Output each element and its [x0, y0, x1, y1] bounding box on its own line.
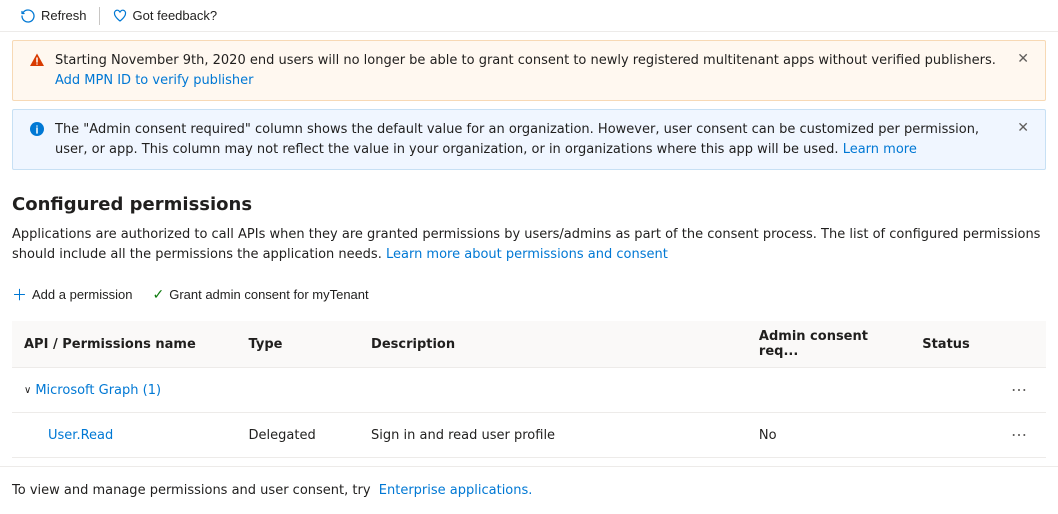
refresh-button[interactable]: Refresh	[12, 4, 95, 28]
info-banner-link[interactable]: Learn more	[843, 142, 917, 157]
add-permission-button[interactable]: ＋ Add a permission	[12, 280, 132, 309]
grant-consent-label: Grant admin consent for myTenant	[169, 287, 368, 302]
feedback-label: Got feedback?	[133, 8, 218, 23]
ms-graph-label: Microsoft Graph (1)	[35, 383, 161, 398]
refresh-icon	[20, 8, 36, 24]
section-title: Configured permissions	[12, 194, 1046, 215]
learn-more-link[interactable]: Learn more about permissions and consent	[386, 247, 668, 262]
action-bar: ＋ Add a permission ✓ Grant admin consent…	[12, 280, 1046, 309]
ms-graph-admin-cell	[747, 368, 910, 413]
enterprise-apps-link[interactable]: Enterprise applications.	[379, 483, 533, 498]
warning-banner-close[interactable]: ✕	[1017, 51, 1029, 65]
heart-icon	[112, 8, 128, 24]
ms-graph-group-header[interactable]: ∨ Microsoft Graph (1)	[24, 383, 225, 398]
checkmark-icon: ✓	[152, 286, 164, 303]
table-row: User.Read Delegated Sign in and read use…	[12, 413, 1046, 458]
footer: To view and manage permissions and user …	[0, 466, 1058, 514]
user-read-actions-cell: ⋯	[992, 413, 1046, 458]
col-actions	[992, 321, 1046, 368]
col-admin-consent: Admin consent req...	[747, 321, 910, 368]
add-permission-label: Add a permission	[32, 287, 132, 302]
col-type: Type	[237, 321, 359, 368]
user-read-type-cell: Delegated	[237, 413, 359, 458]
warning-icon	[29, 52, 45, 72]
info-icon	[29, 121, 45, 141]
warning-banner-text: Starting November 9th, 2020 end users wi…	[55, 51, 1007, 90]
permissions-table: API / Permissions name Type Description …	[12, 321, 1046, 458]
ms-graph-ellipsis-button[interactable]: ⋯	[1005, 378, 1034, 402]
user-read-admin-cell: No	[747, 413, 910, 458]
user-read-name-cell: User.Read	[12, 413, 237, 458]
table-header-row: API / Permissions name Type Description …	[12, 321, 1046, 368]
chevron-down-icon: ∨	[24, 385, 31, 396]
main-content: Configured permissions Applications are …	[0, 178, 1058, 458]
warning-banner-link[interactable]: Add MPN ID to verify publisher	[55, 73, 254, 88]
toolbar-divider	[99, 7, 100, 25]
info-banner-close[interactable]: ✕	[1017, 120, 1029, 134]
table-row: ∨ Microsoft Graph (1) ⋯	[12, 368, 1046, 413]
ms-graph-name-cell: ∨ Microsoft Graph (1)	[12, 368, 237, 413]
section-description: Applications are authorized to call APIs…	[12, 225, 1046, 264]
feedback-button[interactable]: Got feedback?	[104, 4, 226, 28]
ms-graph-type-cell	[237, 368, 359, 413]
user-read-ellipsis-button[interactable]: ⋯	[1005, 423, 1034, 447]
toolbar: Refresh Got feedback?	[0, 0, 1058, 32]
ms-graph-actions-cell: ⋯	[992, 368, 1046, 413]
user-read-desc-cell: Sign in and read user profile	[359, 413, 747, 458]
col-api-name: API / Permissions name	[12, 321, 237, 368]
col-status: Status	[910, 321, 992, 368]
user-read-status-cell	[910, 413, 992, 458]
user-read-link[interactable]: User.Read	[24, 428, 113, 443]
ms-graph-desc-cell	[359, 368, 747, 413]
info-banner: The "Admin consent required" column show…	[12, 109, 1046, 170]
col-description: Description	[359, 321, 747, 368]
info-banner-text: The "Admin consent required" column show…	[55, 120, 1007, 159]
plus-icon: ＋	[12, 284, 27, 305]
footer-text: To view and manage permissions and user …	[12, 483, 371, 498]
refresh-label: Refresh	[41, 8, 87, 23]
warning-banner: Starting November 9th, 2020 end users wi…	[12, 40, 1046, 101]
ms-graph-status-cell	[910, 368, 992, 413]
grant-consent-button[interactable]: ✓ Grant admin consent for myTenant	[152, 282, 368, 307]
